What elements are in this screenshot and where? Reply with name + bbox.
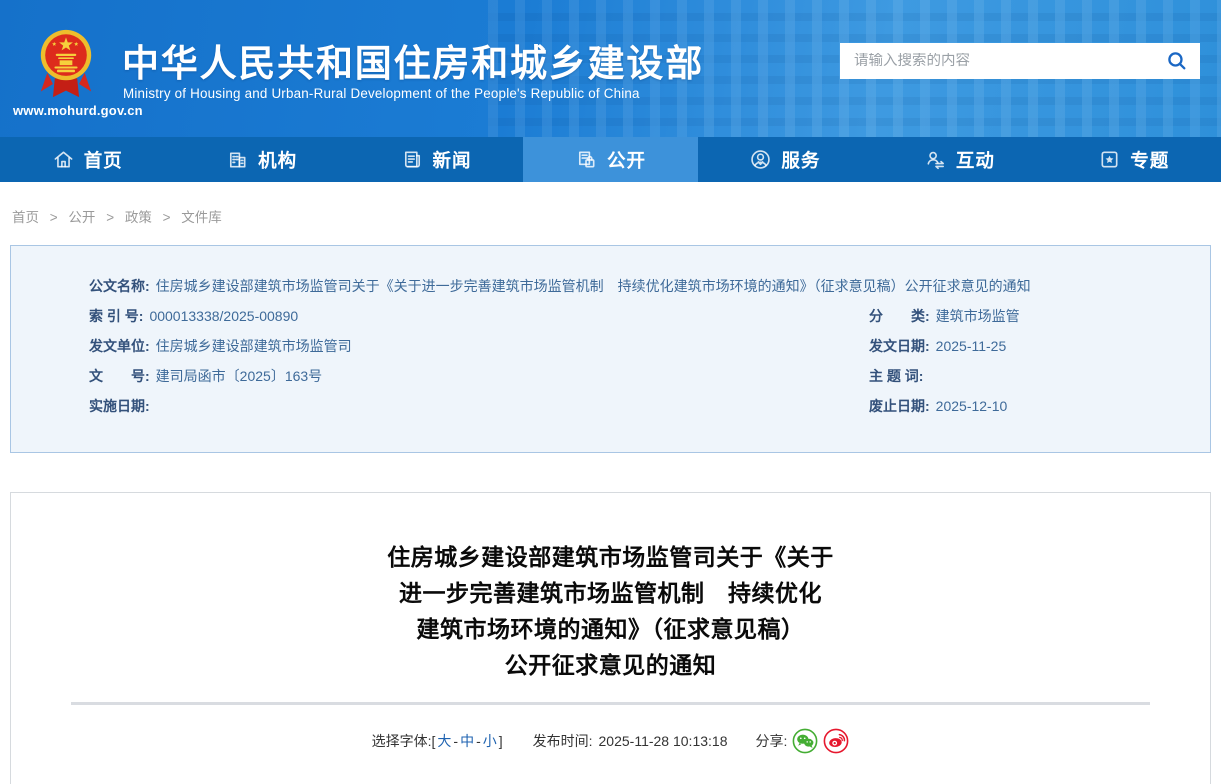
article-meta-row: 选择字体: [ 大 - 中 - 小 ] 发布时间: 2025-11-28 10:… (11, 728, 1210, 754)
font-size-selector: 选择字体: [ 大 - 中 - 小 ] (372, 731, 503, 751)
nav-tab-label: 互动 (956, 147, 995, 173)
main-nav: 首页 机构 新闻 公开 服务 互 (0, 137, 1221, 182)
font-size-medium-button[interactable]: 中 (460, 731, 474, 751)
font-select-bracket: [ (432, 733, 436, 749)
doc-issuer-value: 住房城乡建设部建筑市场监管司 (156, 336, 352, 356)
doc-subject-label: 主 题 词: (869, 366, 923, 386)
breadcrumb-separator: > (163, 210, 171, 225)
breadcrumb-home[interactable]: 首页 (12, 210, 39, 225)
doc-index-value: 000013338/2025-00890 (149, 308, 298, 324)
doc-name-row: 公文名称: 住房城乡建设部建筑市场监管司关于《关于进一步完善建筑市场监管机制 持… (89, 271, 1140, 301)
nav-tab-home[interactable]: 首页 (0, 137, 174, 182)
breadcrumb-separator: > (50, 210, 58, 225)
site-subtitle: Ministry of Housing and Urban-Rural Deve… (123, 86, 640, 101)
search-icon (1166, 50, 1188, 72)
doc-category-value: 建筑市场监管 (936, 306, 1020, 326)
doc-effective-date-row: 实施日期: (89, 391, 869, 421)
nav-tab-news[interactable]: 新闻 (349, 137, 523, 182)
doc-number-value: 建司局函市〔2025〕163号 (156, 366, 323, 386)
service-person-icon (749, 148, 772, 171)
doc-issue-date-value: 2025-11-25 (936, 338, 1007, 354)
share-group: 分享: (755, 728, 849, 754)
breadcrumb: 首页 > 公开 > 政策 > 文件库 (0, 182, 1221, 245)
nav-tab-label: 新闻 (433, 147, 472, 173)
publish-time-label: 发布时间: (533, 731, 593, 751)
doc-effective-date-label: 实施日期: (89, 396, 150, 416)
publish-time: 发布时间: 2025-11-28 10:13:18 (533, 731, 728, 751)
font-select-label: 选择字体: (372, 731, 432, 751)
weibo-share-icon (823, 728, 849, 754)
wechat-share-icon (792, 728, 818, 754)
doc-category-row: 分 类: 建筑市场监管 (869, 301, 1140, 331)
breadcrumb-policy[interactable]: 政策 (125, 210, 152, 225)
site-header: 中华人民共和国住房和城乡建设部 Ministry of Housing and … (0, 0, 1221, 137)
topics-star-icon (1098, 148, 1121, 171)
doc-issue-date-row: 发文日期: 2025-11-25 (869, 331, 1140, 361)
doc-name-value: 住房城乡建设部建筑市场监管司关于《关于进一步完善建筑市场监管机制 持续优化建筑市… (156, 276, 1031, 296)
weibo-share-button[interactable] (823, 728, 849, 754)
breadcrumb-document-library[interactable]: 文件库 (181, 210, 222, 225)
nav-tab-label: 机构 (258, 147, 297, 173)
nav-tab-label: 首页 (84, 147, 123, 173)
doc-index-row: 索 引 号: 000013338/2025-00890 (89, 301, 869, 331)
building-icon (226, 148, 249, 171)
nav-tab-organization[interactable]: 机构 (174, 137, 348, 182)
breadcrumb-disclosure[interactable]: 公开 (68, 210, 95, 225)
doc-repeal-date-row: 废止日期: 2025-12-10 (869, 391, 1140, 421)
article-panel: 住房城乡建设部建筑市场监管司关于《关于 进一步完善建筑市场监管机制 持续优化 建… (10, 492, 1211, 784)
nav-tab-label: 公开 (607, 147, 646, 173)
search-button[interactable] (1164, 48, 1190, 74)
font-select-bracket: ] (499, 733, 503, 749)
doc-issuer-row: 发文单位: 住房城乡建设部建筑市场监管司 (89, 331, 869, 361)
search-input[interactable] (854, 53, 1164, 69)
doc-number-row: 文 号: 建司局函市〔2025〕163号 (89, 361, 869, 391)
nav-tab-label: 服务 (781, 147, 820, 173)
font-size-large-button[interactable]: 大 (437, 731, 451, 751)
font-select-dash: - (453, 733, 458, 749)
nav-tab-services[interactable]: 服务 (698, 137, 872, 182)
disclosure-lock-icon (575, 148, 598, 171)
doc-issue-date-label: 发文日期: (869, 336, 930, 356)
font-select-dash: - (476, 733, 481, 749)
national-emblem-icon (38, 26, 94, 101)
doc-index-label: 索 引 号: (89, 306, 143, 326)
interaction-icon (924, 148, 947, 171)
breadcrumb-separator: > (106, 210, 114, 225)
nav-tab-interaction[interactable]: 互动 (872, 137, 1046, 182)
doc-category-label: 分 类: (869, 306, 930, 326)
doc-repeal-date-label: 废止日期: (869, 396, 930, 416)
doc-issuer-label: 发文单位: (89, 336, 150, 356)
article-title: 住房城乡建设部建筑市场监管司关于《关于 进一步完善建筑市场监管机制 持续优化 建… (11, 539, 1210, 683)
site-url: www.mohurd.gov.cn (13, 103, 143, 118)
nav-tab-topics[interactable]: 专题 (1047, 137, 1221, 182)
document-info-panel: 公文名称: 住房城乡建设部建筑市场监管司关于《关于进一步完善建筑市场监管机制 持… (10, 245, 1211, 453)
share-label: 分享: (755, 731, 787, 751)
publish-time-value: 2025-11-28 10:13:18 (599, 733, 728, 749)
title-divider (71, 702, 1150, 705)
doc-number-label: 文 号: (89, 366, 150, 386)
font-size-small-button[interactable]: 小 (483, 731, 497, 751)
news-icon (401, 148, 424, 171)
doc-repeal-date-value: 2025-12-10 (936, 398, 1008, 414)
doc-name-label: 公文名称: (89, 276, 150, 296)
doc-subject-row: 主 题 词: (869, 361, 1140, 391)
site-title: 中华人民共和国住房和城乡建设部 (122, 33, 704, 87)
nav-tab-label: 专题 (1130, 147, 1169, 173)
home-icon (52, 148, 75, 171)
nav-tab-disclosure[interactable]: 公开 (523, 137, 697, 182)
wechat-share-button[interactable] (792, 728, 818, 754)
search-box (840, 43, 1200, 79)
